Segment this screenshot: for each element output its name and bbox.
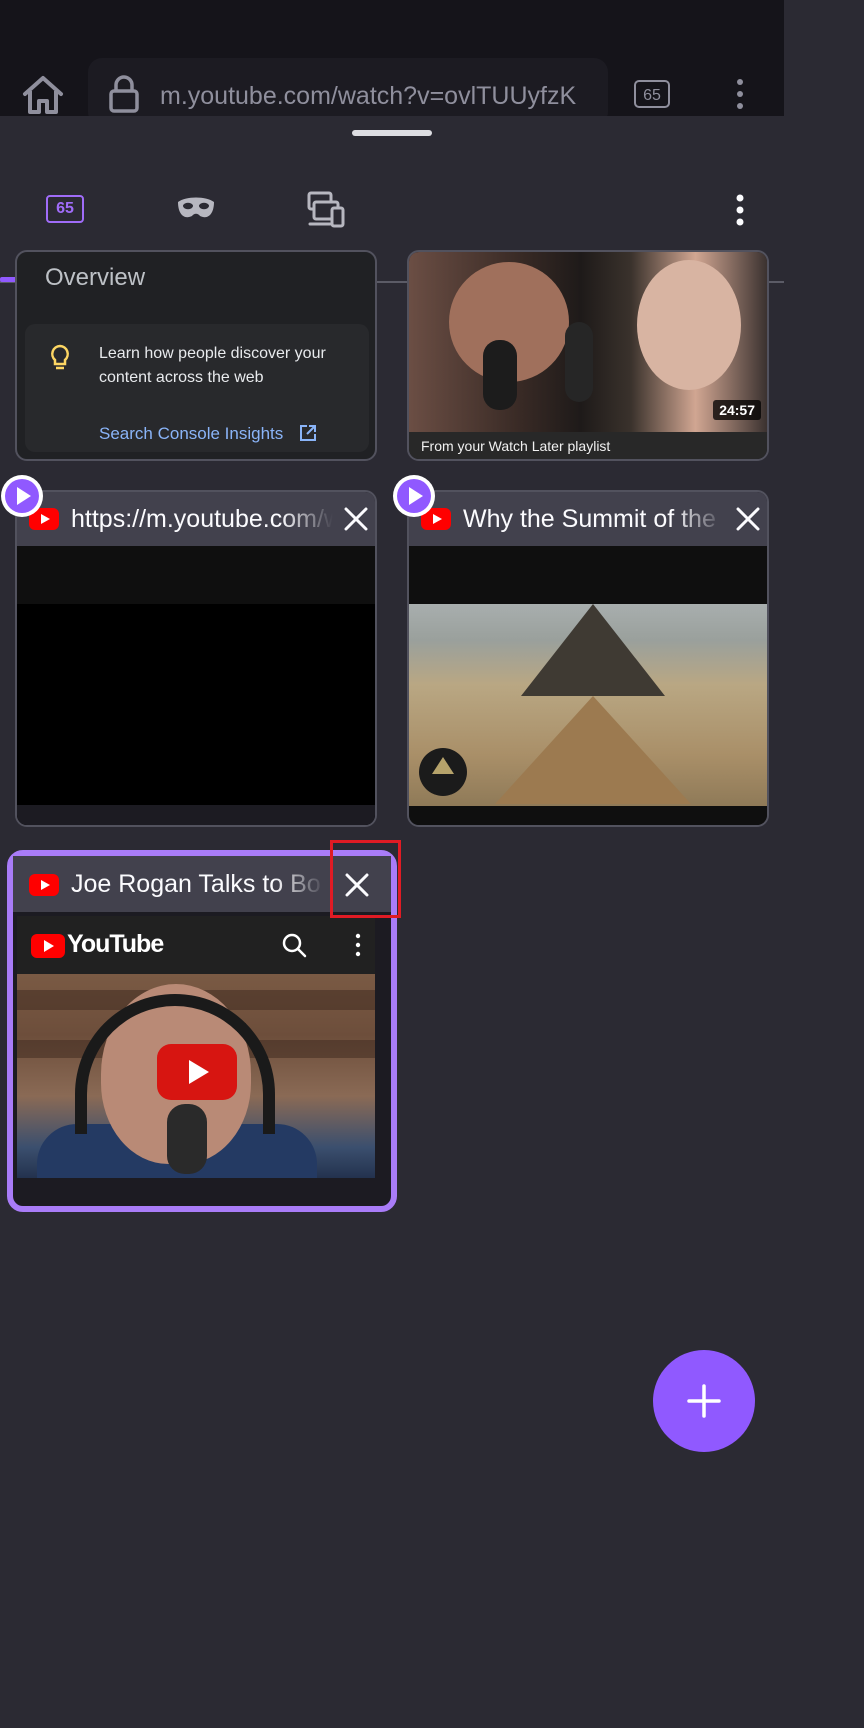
microphone-right [565,322,593,402]
media-playing-play-icon[interactable] [1,475,43,517]
tab-card-header: https://m.youtube.com/watch [17,492,375,546]
lock-icon [109,75,139,113]
youtube-logo-icon [31,934,65,958]
youtube-header: YouTube [17,916,375,974]
menu-icon[interactable] [726,76,754,112]
pyramid-image [409,604,767,806]
tab-card-watch-later[interactable]: 24:57 From your Watch Later playlist [407,250,769,461]
pyramid-capstone [521,604,665,696]
close-icon[interactable] [341,504,371,534]
overview-heading: Overview [45,264,146,291]
insight-text: Learn how people discover your content a… [99,345,326,386]
more-icon [355,933,361,957]
tab-title: Joe Rogan Talks to Bo [71,870,321,898]
close-icon[interactable] [733,504,763,534]
preview-bottom-band [17,1178,375,1188]
video-duration: 24:57 [713,400,761,420]
tab-title: Why the Summit of the [463,505,716,533]
highlight-box [330,840,401,918]
preview-bottom-band [17,805,375,825]
microphone [167,1104,207,1174]
status-bar [0,0,784,56]
tab-card-header: Why the Summit of the [409,492,767,546]
plus-icon[interactable] [686,1383,722,1419]
search-console-insights-link[interactable]: Search Console Insights [99,424,283,444]
home-icon[interactable] [20,72,66,118]
tab-counter-button[interactable]: 65 [634,80,670,108]
playlist-caption: From your Watch Later playlist [409,432,767,459]
tab-preview [17,546,375,825]
person-right [637,260,741,390]
insight-box: Learn how people discover your content a… [25,324,369,452]
pyramid-base [495,696,691,804]
external-link-icon [300,425,316,441]
lightbulb-icon [51,344,69,370]
tab-card-pyramid[interactable]: Why the Summit of the [407,490,769,827]
tab-normal-tabs[interactable]: 65 [46,195,84,223]
tab-card-search-console[interactable]: Overview Learn how people discover your … [15,250,377,461]
url-text[interactable]: m.youtube.com/watch?v=ovlTUUyfzK [160,78,605,114]
microphone-left [483,340,517,410]
play-icon [157,1044,237,1100]
drag-handle[interactable] [352,130,432,136]
tab-preview [409,546,767,825]
tab-title: https://m.youtube.com/watch [71,505,333,533]
video-thumbnail: 24:57 [409,252,767,432]
search-icon [282,933,307,958]
tabs-menu-icon[interactable] [728,190,752,230]
preview-top-band [17,546,375,604]
private-mask-icon[interactable] [176,192,216,226]
video-preview [17,974,375,1184]
youtube-logo-text: YouTube [67,930,164,958]
tab-card-youtube[interactable]: https://m.youtube.com/watch [15,490,377,827]
synced-devices-icon[interactable] [306,190,346,230]
media-playing-play-icon[interactable] [393,475,435,517]
youtube-favicon-icon [29,874,59,896]
channel-logo-icon [419,748,467,796]
